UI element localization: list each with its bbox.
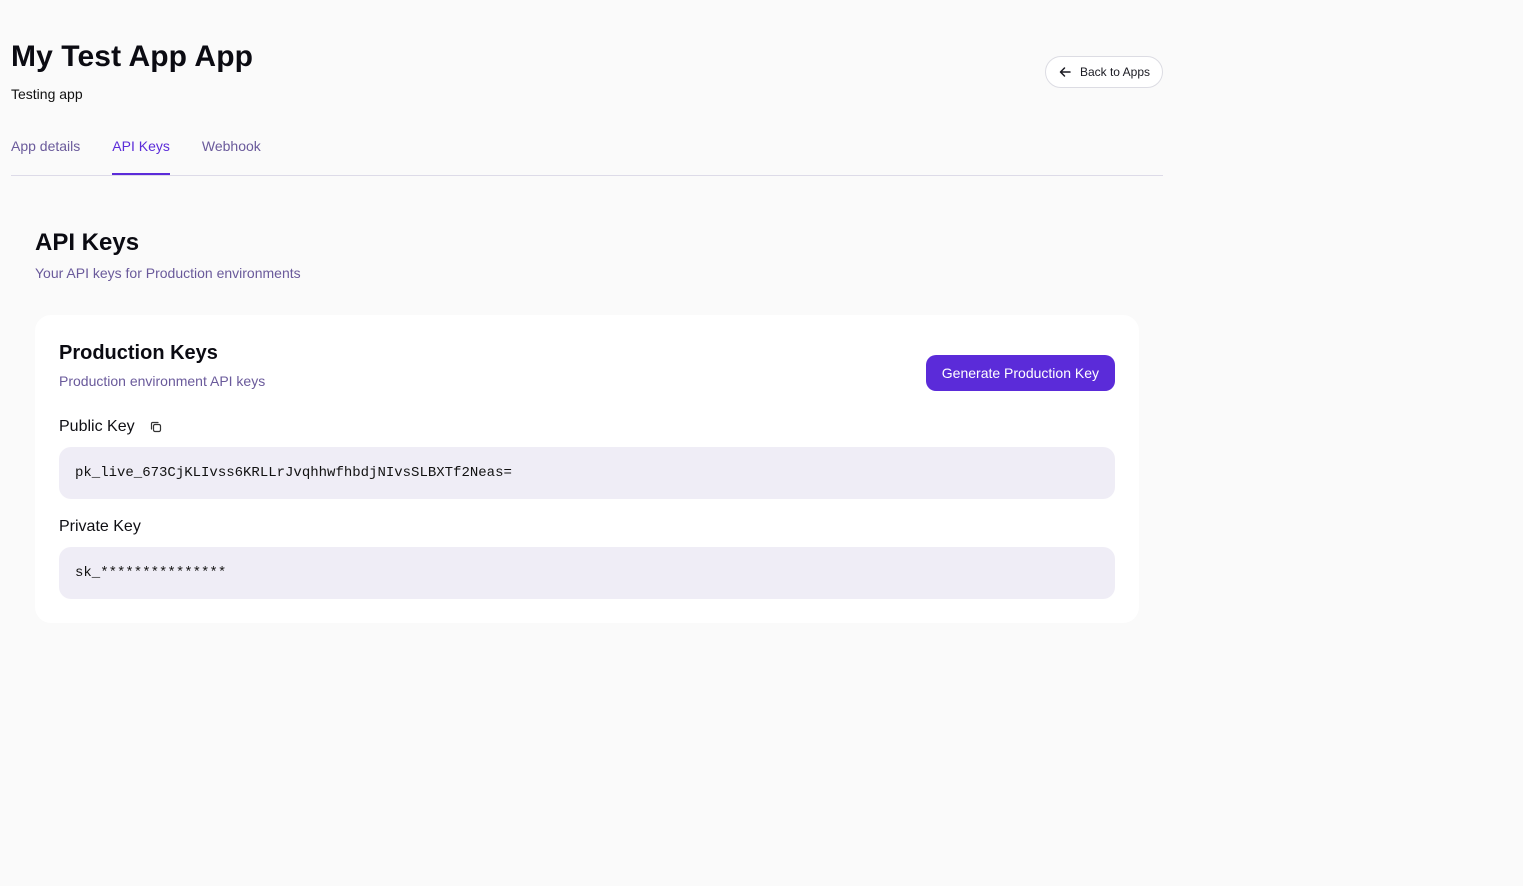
app-title: My Test App App: [11, 40, 254, 73]
back-to-apps-label: Back to Apps: [1079, 65, 1150, 79]
private-key-label-row: Private Key: [59, 518, 141, 536]
public-key-label: Public Key: [59, 418, 135, 435]
arrow-left-icon: [1058, 65, 1072, 79]
page-container: My Test App App Testing app Back to Apps…: [11, 0, 1163, 623]
public-key-label-row: Public Key: [59, 418, 163, 436]
generate-production-key-button[interactable]: Generate Production Key: [925, 355, 1115, 391]
page-header: My Test App App Testing app Back to Apps: [11, 0, 1163, 120]
app-subtitle: Testing app: [11, 86, 83, 102]
back-to-apps-button[interactable]: Back to Apps: [1044, 56, 1163, 88]
private-key-field[interactable]: sk_***************: [59, 547, 1115, 599]
card-subtitle: Production environment API keys: [59, 373, 266, 389]
public-key-field[interactable]: pk_live_673CjKLIvss6KRLLrJvqhhwfhbdjNIvs…: [59, 447, 1115, 499]
tab-api-keys[interactable]: API Keys: [112, 130, 170, 175]
section-title: API Keys: [35, 229, 140, 256]
copy-icon[interactable]: [149, 420, 163, 434]
private-key-label: Private Key: [59, 518, 141, 535]
tab-webhook[interactable]: Webhook: [202, 130, 261, 166]
production-keys-card: Production Keys Production environment A…: [35, 315, 1139, 623]
card-title: Production Keys: [59, 342, 218, 364]
section-subtitle: Your API keys for Production environment…: [35, 265, 301, 281]
tab-app-details[interactable]: App details: [11, 130, 80, 166]
tab-bar: App details API Keys Webhook: [11, 130, 1163, 176]
